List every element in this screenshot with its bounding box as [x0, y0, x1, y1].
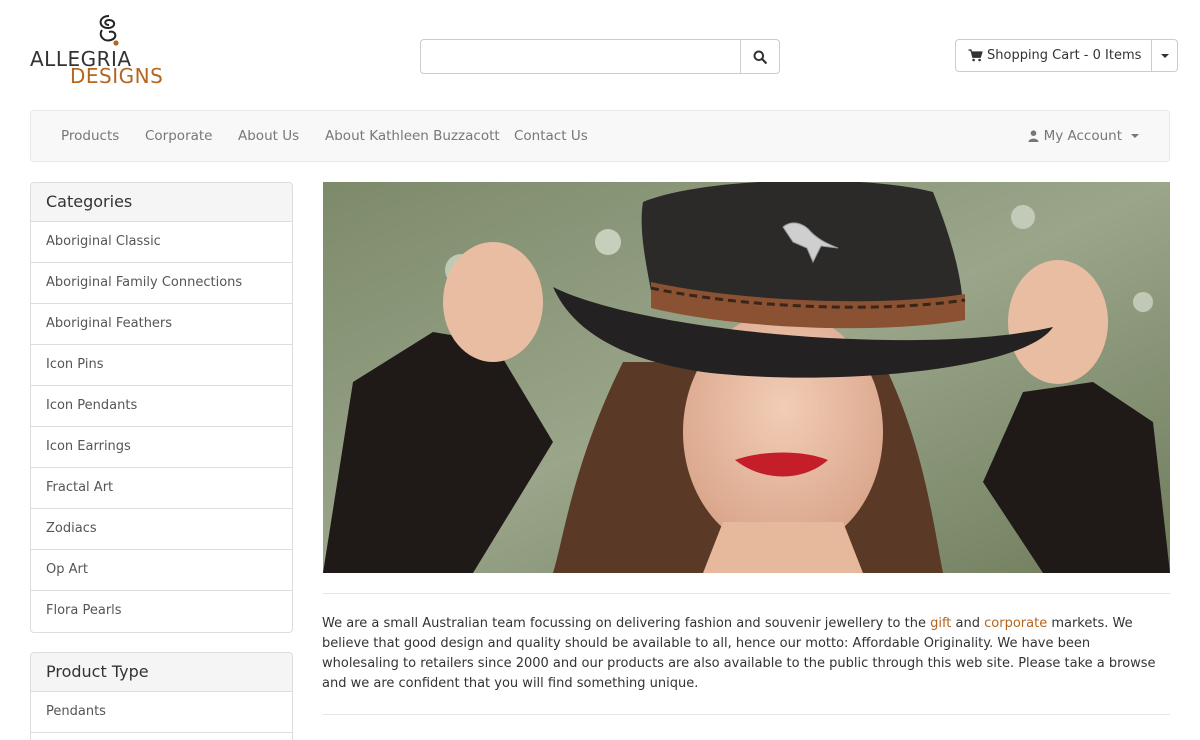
about-text: We are a small Australian team focussing… [322, 614, 1170, 694]
nav-corporate[interactable]: Corporate [145, 111, 213, 161]
site-logo[interactable]: ALLEGRIA DESIGNS [30, 12, 170, 88]
category-item-aboriginal-feathers[interactable]: Aboriginal Feathers [31, 304, 292, 345]
user-icon [1028, 130, 1039, 142]
my-account-dropdown[interactable]: My Account [1028, 111, 1139, 161]
shopping-cart-button[interactable]: Shopping Cart - 0 Items [955, 39, 1153, 72]
caret-down-icon [1160, 53, 1169, 58]
product-type-panel: Product Type Pendants [30, 652, 293, 740]
search-icon [753, 50, 767, 64]
categories-heading: Categories [31, 183, 292, 222]
product-type-item-pendants[interactable]: Pendants [31, 692, 292, 733]
category-item-aboriginal-family-connections[interactable]: Aboriginal Family Connections [31, 263, 292, 304]
category-item-aboriginal-classic[interactable]: Aboriginal Classic [31, 222, 292, 263]
divider [323, 714, 1170, 715]
hero-banner-image [323, 182, 1170, 573]
gift-link[interactable]: gift [930, 616, 951, 631]
swirl-logo-icon [99, 15, 119, 46]
main-navbar: Products Corporate About Us About Kathle… [30, 110, 1170, 162]
logo-text-designs: DESIGNS [70, 64, 164, 88]
divider [323, 593, 1170, 594]
category-item-fractal-art[interactable]: Fractal Art [31, 468, 292, 509]
search-input[interactable] [420, 39, 742, 74]
categories-panel: Categories Aboriginal Classic Aboriginal… [30, 182, 293, 633]
corporate-link[interactable]: corporate [984, 616, 1047, 631]
my-account-label: My Account [1043, 128, 1122, 144]
nav-about-us[interactable]: About Us [238, 111, 299, 161]
category-item-zodiacs[interactable]: Zodiacs [31, 509, 292, 550]
caret-down-icon [1131, 134, 1139, 138]
category-item-flora-pearls[interactable]: Flora Pearls [31, 591, 292, 632]
cart-label: Shopping Cart - 0 Items [987, 48, 1142, 63]
category-item-icon-pendants[interactable]: Icon Pendants [31, 386, 292, 427]
about-text-part-2: and [951, 616, 985, 631]
category-item-op-art[interactable]: Op Art [31, 550, 292, 591]
category-item-icon-earrings[interactable]: Icon Earrings [31, 427, 292, 468]
product-type-heading: Product Type [31, 653, 292, 692]
nav-about-kathleen-buzzacott[interactable]: About Kathleen Buzzacott [325, 111, 500, 161]
shopping-cart-icon [968, 49, 983, 62]
nav-products[interactable]: Products [61, 111, 119, 161]
search-button[interactable] [741, 39, 780, 74]
shopping-cart-dropdown: Shopping Cart - 0 Items [955, 39, 1179, 72]
about-text-part-1: We are a small Australian team focussing… [322, 616, 931, 631]
category-item-icon-pins[interactable]: Icon Pins [31, 345, 292, 386]
cart-toggle-button[interactable] [1152, 39, 1179, 72]
nav-contact-us[interactable]: Contact Us [514, 111, 588, 161]
search-bar [420, 39, 780, 75]
